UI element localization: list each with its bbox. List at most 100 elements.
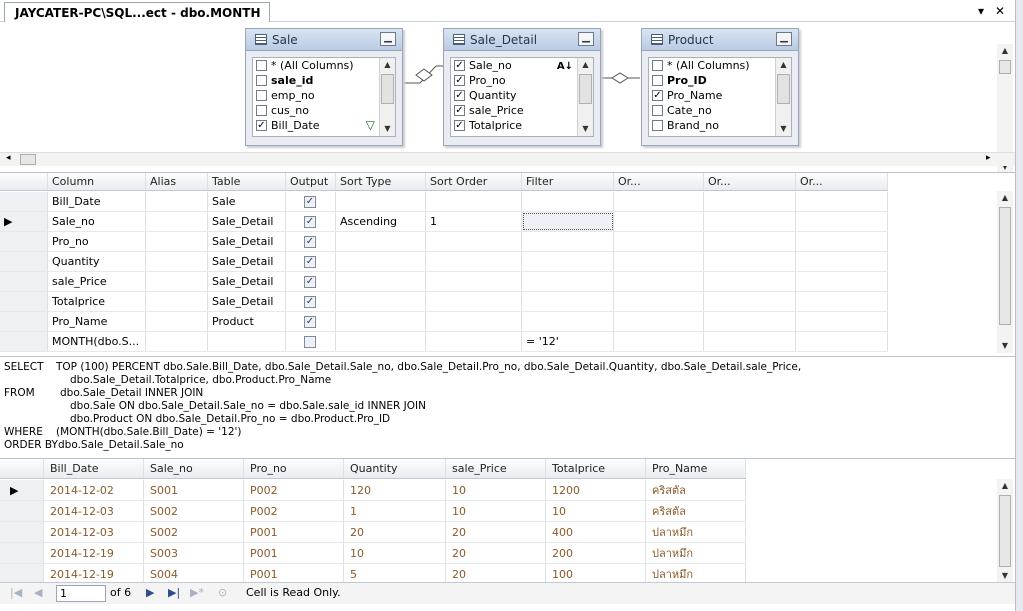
criteria-filter-cell[interactable] — [522, 232, 614, 251]
criteria-sort-order-cell[interactable] — [426, 252, 522, 271]
criteria-sort-type-cell[interactable] — [336, 332, 426, 351]
result-row[interactable]: ▶ 2014-12-02 S001 P002 120 10 1200 คริสตัล — [0, 480, 746, 501]
document-tab[interactable]: JAYCATER-PC\SQL...ect - dbo.MONTH — [4, 2, 270, 22]
criteria-col-header[interactable]: Or... — [614, 173, 704, 190]
criteria-sort-order-cell[interactable] — [426, 192, 522, 211]
criteria-or-cell[interactable] — [614, 292, 704, 311]
row-selector[interactable] — [0, 232, 48, 251]
result-cell[interactable]: P002 — [244, 480, 344, 500]
output-cell[interactable]: ✓ — [286, 252, 336, 271]
results-col-header[interactable]: sale_Price — [446, 459, 546, 478]
criteria-or-cell[interactable] — [614, 212, 704, 231]
result-cell[interactable]: P001 — [244, 522, 344, 542]
list-scrollbar[interactable]: ▲ ▼ — [379, 58, 395, 136]
scroll-down-icon[interactable]: ▼ — [997, 569, 1013, 583]
criteria-alias-cell[interactable] — [146, 292, 208, 311]
criteria-column-cell[interactable]: MONTH(dbo.S... — [48, 332, 146, 351]
scroll-left-icon[interactable]: ◂ — [6, 153, 11, 163]
criteria-or-cell[interactable] — [796, 212, 888, 231]
criteria-sort-order-cell[interactable] — [426, 332, 522, 351]
output-checkbox[interactable]: ✓ — [304, 316, 316, 328]
column-item[interactable]: ✓ Sale_no A↓ — [451, 58, 593, 73]
criteria-sort-type-cell[interactable] — [336, 292, 426, 311]
result-cell[interactable]: 20 — [446, 522, 546, 542]
record-number-input[interactable] — [56, 585, 106, 602]
criteria-filter-cell[interactable] — [522, 252, 614, 271]
criteria-or-cell[interactable] — [614, 232, 704, 251]
scroll-up-icon[interactable]: ▲ — [997, 191, 1013, 205]
criteria-table-cell[interactable]: Sale — [208, 192, 286, 211]
column-item[interactable]: ✓ Pro_Name — [649, 88, 791, 103]
output-checkbox[interactable]: ✓ — [304, 276, 316, 288]
criteria-or-cell[interactable] — [796, 332, 888, 351]
results-col-header[interactable]: Totalprice — [546, 459, 646, 478]
criteria-table-cell[interactable]: Sale_Detail — [208, 232, 286, 251]
result-cell[interactable]: 1200 — [546, 480, 646, 500]
result-cell[interactable]: 10 — [446, 480, 546, 500]
close-document-button[interactable]: ✕ — [995, 4, 1005, 18]
result-cell[interactable]: S002 — [144, 501, 244, 521]
criteria-column-cell[interactable]: Quantity — [48, 252, 146, 271]
criteria-table-cell[interactable]: Sale_Detail — [208, 292, 286, 311]
result-cell[interactable]: P001 — [244, 564, 344, 584]
row-selector[interactable] — [0, 252, 48, 271]
scroll-thumb[interactable] — [20, 154, 36, 165]
scroll-thumb[interactable] — [579, 74, 592, 104]
first-record-icon[interactable]: |◀ — [10, 586, 22, 599]
result-cell[interactable]: 100 — [546, 564, 646, 584]
criteria-col-header[interactable]: Filter — [522, 173, 614, 190]
result-cell[interactable]: 5 — [344, 564, 446, 584]
criteria-or-cell[interactable] — [704, 192, 796, 211]
criteria-row[interactable]: Bill_Date Sale ✓ — [0, 192, 888, 212]
results-col-header[interactable]: Pro_no — [244, 459, 344, 478]
column-item[interactable]: Pro_ID — [649, 73, 791, 88]
results-col-header[interactable]: Quantity — [344, 459, 446, 478]
result-cell[interactable]: S004 — [144, 564, 244, 584]
criteria-row[interactable]: Pro_no Sale_Detail ✓ — [0, 232, 888, 252]
result-cell[interactable]: 10 — [344, 543, 446, 563]
criteria-filter-cell[interactable] — [522, 192, 614, 211]
row-selector[interactable] — [0, 522, 44, 542]
last-record-icon[interactable]: ▶| — [168, 586, 180, 599]
criteria-col-header[interactable]: Or... — [704, 173, 796, 190]
column-checkbox[interactable]: ✓ — [454, 90, 465, 101]
result-cell[interactable]: 2014-12-03 — [44, 501, 144, 521]
column-item[interactable]: * (All Columns) — [253, 58, 395, 73]
scroll-down-icon[interactable]: ▼ — [776, 122, 791, 136]
criteria-sort-type-cell[interactable] — [336, 252, 426, 271]
criteria-row[interactable]: Totalprice Sale_Detail ✓ — [0, 292, 888, 312]
table-title-bar[interactable]: Sale_Detail ▁ — [444, 29, 600, 51]
result-cell[interactable]: 2014-12-19 — [44, 543, 144, 563]
results-col-header[interactable]: Bill_Date — [44, 459, 144, 478]
criteria-column-cell[interactable]: sale_Price — [48, 272, 146, 291]
criteria-or-cell[interactable] — [704, 272, 796, 291]
result-cell[interactable]: S001 — [144, 480, 244, 500]
minimize-icon[interactable]: ▁ — [776, 32, 792, 46]
criteria-table-cell[interactable]: Sale_Detail — [208, 272, 286, 291]
column-item[interactable]: ✓ Bill_Date ▽ — [253, 118, 395, 133]
scroll-thumb[interactable] — [999, 207, 1011, 325]
column-checkbox[interactable] — [652, 60, 663, 71]
scroll-thumb[interactable] — [999, 495, 1011, 567]
criteria-or-cell[interactable] — [704, 312, 796, 331]
criteria-filter-cell[interactable]: = '12' — [522, 332, 614, 351]
criteria-or-cell[interactable] — [614, 272, 704, 291]
criteria-or-cell[interactable] — [796, 232, 888, 251]
row-selector[interactable] — [0, 501, 44, 521]
criteria-col-header[interactable]: Alias — [146, 173, 208, 190]
criteria-sort-type-cell[interactable] — [336, 272, 426, 291]
criteria-alias-cell[interactable] — [146, 332, 208, 351]
criteria-or-cell[interactable] — [614, 332, 704, 351]
result-cell[interactable]: ปลาหมึก — [646, 564, 746, 584]
column-checkbox[interactable] — [256, 60, 267, 71]
criteria-alias-cell[interactable] — [146, 192, 208, 211]
column-checkbox[interactable]: ✓ — [256, 120, 267, 131]
output-checkbox[interactable]: ✓ — [304, 296, 316, 308]
result-row[interactable]: 2014-12-19 S003 P001 10 20 200 ปลาหมึก — [0, 543, 746, 564]
results-col-header[interactable]: Pro_Name — [646, 459, 746, 478]
sql-pane[interactable]: SELECT TOP (100) PERCENT dbo.Sale.Bill_D… — [0, 356, 1015, 456]
result-cell[interactable]: 200 — [546, 543, 646, 563]
criteria-alias-cell[interactable] — [146, 252, 208, 271]
column-checkbox[interactable] — [256, 75, 267, 86]
result-row[interactable]: 2014-12-03 S002 P002 1 10 10 คริสตัล — [0, 501, 746, 522]
